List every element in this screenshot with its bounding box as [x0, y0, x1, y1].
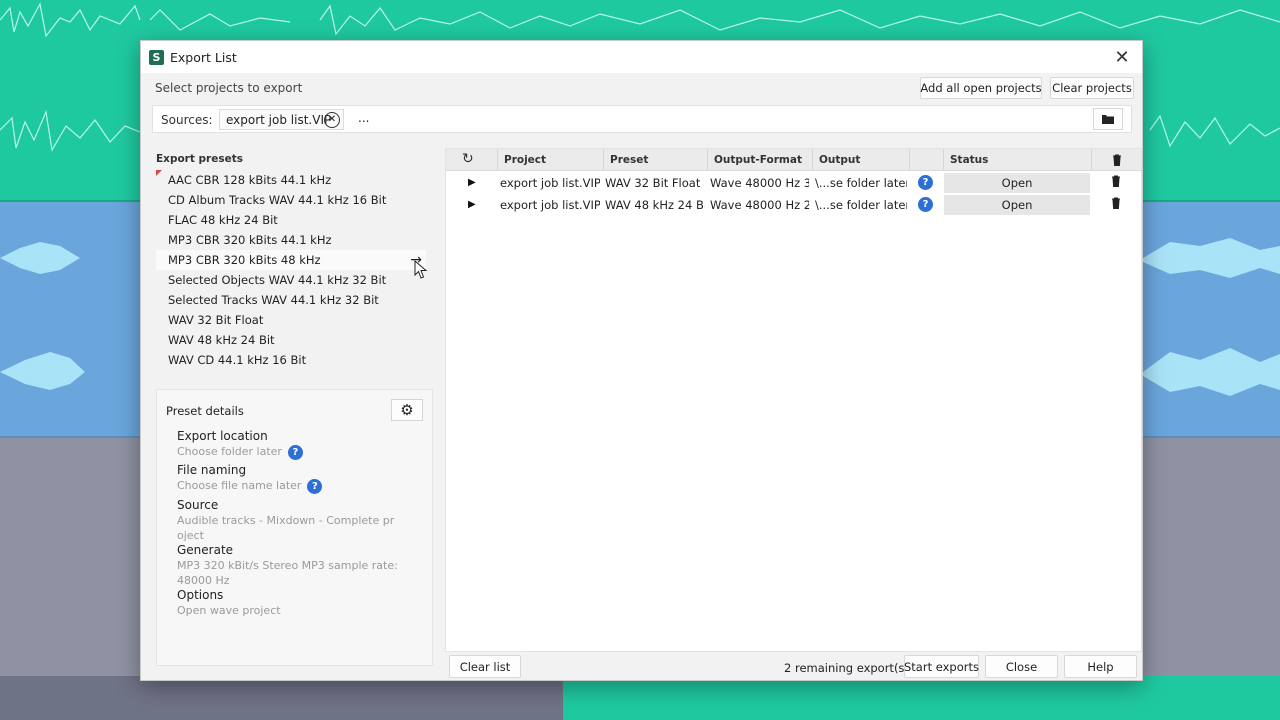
preset-item[interactable]: AAC CBR 128 kBits 44.1 kHz [156, 170, 426, 190]
generate-value: MP3 320 kBit/s Stereo MP3 sample rate: 4… [177, 559, 398, 587]
row-output: \...se folder later [815, 198, 907, 212]
preset-item[interactable]: FLAC 48 kHz 24 Bit [156, 210, 426, 230]
preset-label: FLAC 48 kHz 24 Bit [168, 213, 278, 227]
preset-details-title: Preset details [166, 404, 244, 418]
help-icon[interactable]: ? [287, 444, 303, 460]
row-project: export job list.VIP [500, 176, 600, 190]
clear-projects-button[interactable]: Clear projects [1050, 77, 1134, 99]
export-list-dialog: S Export List ✕ Select projects to expor… [140, 40, 1143, 681]
preset-label: Selected Objects WAV 44.1 kHz 32 Bit [168, 273, 387, 287]
options-label: Options [177, 588, 224, 602]
generate-block: Generate MP3 320 kBit/s Stereo MP3 sampl… [177, 543, 399, 588]
delete-row-icon[interactable] [1111, 197, 1121, 209]
row-status-button[interactable]: Open [944, 195, 1090, 215]
preset-item[interactable]: WAV 48 kHz 24 Bit [156, 330, 426, 350]
preset-label: MP3 CBR 320 kBits 44.1 kHz [168, 233, 332, 247]
column-status[interactable]: Status [943, 149, 1091, 171]
preset-item[interactable]: WAV CD 44.1 kHz 16 Bit [156, 350, 426, 370]
source-block: Source Audible tracks - Mixdown - Comple… [177, 498, 399, 543]
column-project[interactable]: Project [497, 149, 603, 171]
preset-label: AAC CBR 128 kBits 44.1 kHz [168, 173, 332, 187]
file-naming-label: File naming [177, 463, 247, 477]
source-chip[interactable]: export job list.VIP ✕ [219, 109, 344, 130]
generate-label: Generate [177, 543, 234, 557]
row-output: \...se folder later [815, 176, 907, 190]
row-output-format: Wave 48000 Hz 24 [710, 198, 809, 212]
clear-list-button[interactable]: Clear list [449, 655, 521, 678]
column-info [909, 149, 943, 171]
preset-details-panel: Preset details ⚙ Export location Choose … [156, 389, 433, 666]
folder-icon [1102, 115, 1114, 124]
table-row[interactable]: ▶ export job list.VIP WAV 32 Bit Float W… [446, 172, 1141, 194]
column-output[interactable]: Output [812, 149, 909, 171]
play-icon[interactable]: ▶ [468, 172, 476, 194]
select-projects-label: Select projects to export [155, 81, 303, 95]
help-icon[interactable]: ? [307, 478, 323, 494]
export-presets-title: Export presets [156, 153, 243, 165]
delete-all-icon[interactable] [1112, 154, 1122, 166]
preset-settings-button[interactable]: ⚙ [391, 399, 423, 421]
export-location-label: Export location [177, 429, 268, 443]
column-preset[interactable]: Preset [603, 149, 707, 171]
close-button[interactable]: Close [985, 655, 1058, 678]
row-project: export job list.VIP [500, 198, 600, 212]
source-chip-label: export job list.VIP [226, 112, 332, 127]
preset-label: WAV 48 kHz 24 Bit [168, 333, 275, 347]
table-row[interactable]: ▶ export job list.VIP WAV 48 kHz 24 Bit … [446, 194, 1141, 216]
export-location-block: Export location Choose folder later? [177, 429, 399, 460]
sources-label: Sources: [161, 113, 213, 127]
column-delete [1091, 149, 1141, 171]
help-icon[interactable]: ? [918, 175, 933, 190]
preset-label: MP3 CBR 320 kBits 48 kHz [168, 253, 321, 267]
row-preset: WAV 48 kHz 24 Bit [605, 198, 705, 212]
table-header: ↻ Project Preset Output-Format Output St… [446, 149, 1141, 171]
start-exports-button[interactable]: Start exports [904, 655, 979, 678]
remaining-exports-label: 2 remaining export(s) [784, 661, 909, 675]
select-projects-row: Select projects to export Add all open p… [141, 73, 1142, 103]
source-value: Audible tracks - Mixdown - Complete proj… [177, 514, 395, 542]
more-sources-button[interactable]: ... [358, 111, 369, 125]
preset-label: Selected Tracks WAV 44.1 kHz 32 Bit [168, 293, 379, 307]
preset-item[interactable]: CD Album Tracks WAV 44.1 kHz 16 Bit [156, 190, 426, 210]
remove-source-icon[interactable]: ✕ [324, 112, 340, 128]
footer-bar: Clear list 2 remaining export(s) Start e… [445, 654, 1142, 680]
row-output-format: Wave 48000 Hz 32 [710, 176, 809, 190]
help-button[interactable]: Help [1064, 655, 1137, 678]
options-value: Open wave project [177, 604, 281, 617]
export-location-value: Choose folder later? [177, 444, 399, 460]
column-output-format[interactable]: Output-Format [707, 149, 812, 171]
preset-item[interactable]: Selected Objects WAV 44.1 kHz 32 Bit [156, 270, 426, 290]
gear-icon: ⚙ [400, 401, 414, 419]
app-icon: S [149, 49, 164, 65]
add-all-open-projects-button[interactable]: Add all open projects [920, 77, 1042, 99]
row-preset: WAV 32 Bit Float [605, 176, 701, 190]
delete-row-icon[interactable] [1111, 175, 1121, 187]
export-presets-list: AAC CBR 128 kBits 44.1 kHz CD Album Trac… [156, 170, 426, 370]
preset-label: WAV CD 44.1 kHz 16 Bit [168, 353, 307, 367]
preset-item[interactable]: Selected Tracks WAV 44.1 kHz 32 Bit [156, 290, 426, 310]
background-clip-teal [563, 676, 1280, 720]
preset-label: CD Album Tracks WAV 44.1 kHz 16 Bit [168, 193, 387, 207]
dialog-title: Export List [170, 49, 237, 65]
preset-flag-icon [156, 170, 162, 176]
options-block: Options Open wave project [177, 588, 399, 618]
preset-item[interactable]: WAV 32 Bit Float [156, 310, 426, 330]
file-naming-value: Choose file name later? [177, 478, 399, 494]
file-naming-block: File naming Choose file name later? [177, 463, 399, 494]
title-bar: S Export List ✕ [141, 41, 1142, 73]
refresh-icon[interactable]: ↻ [462, 151, 474, 167]
preset-item[interactable]: MP3 CBR 320 kBits 44.1 kHz [156, 230, 426, 250]
folder-button[interactable] [1093, 108, 1123, 130]
preset-label: WAV 32 Bit Float [168, 313, 264, 327]
source-label: Source [177, 498, 219, 512]
close-icon[interactable]: ✕ [1108, 43, 1136, 71]
app-icon-letter: S [152, 50, 161, 64]
row-status-button[interactable]: Open [944, 173, 1090, 193]
preset-item-hovered[interactable]: MP3 CBR 320 kBits 48 kHz → [156, 250, 426, 270]
help-icon[interactable]: ? [918, 197, 933, 212]
export-jobs-table: ↻ Project Preset Output-Format Output St… [445, 148, 1142, 652]
play-icon[interactable]: ▶ [468, 194, 476, 216]
mouse-cursor-icon [414, 260, 428, 279]
sources-bar: Sources: export job list.VIP ✕ ... [152, 105, 1132, 133]
